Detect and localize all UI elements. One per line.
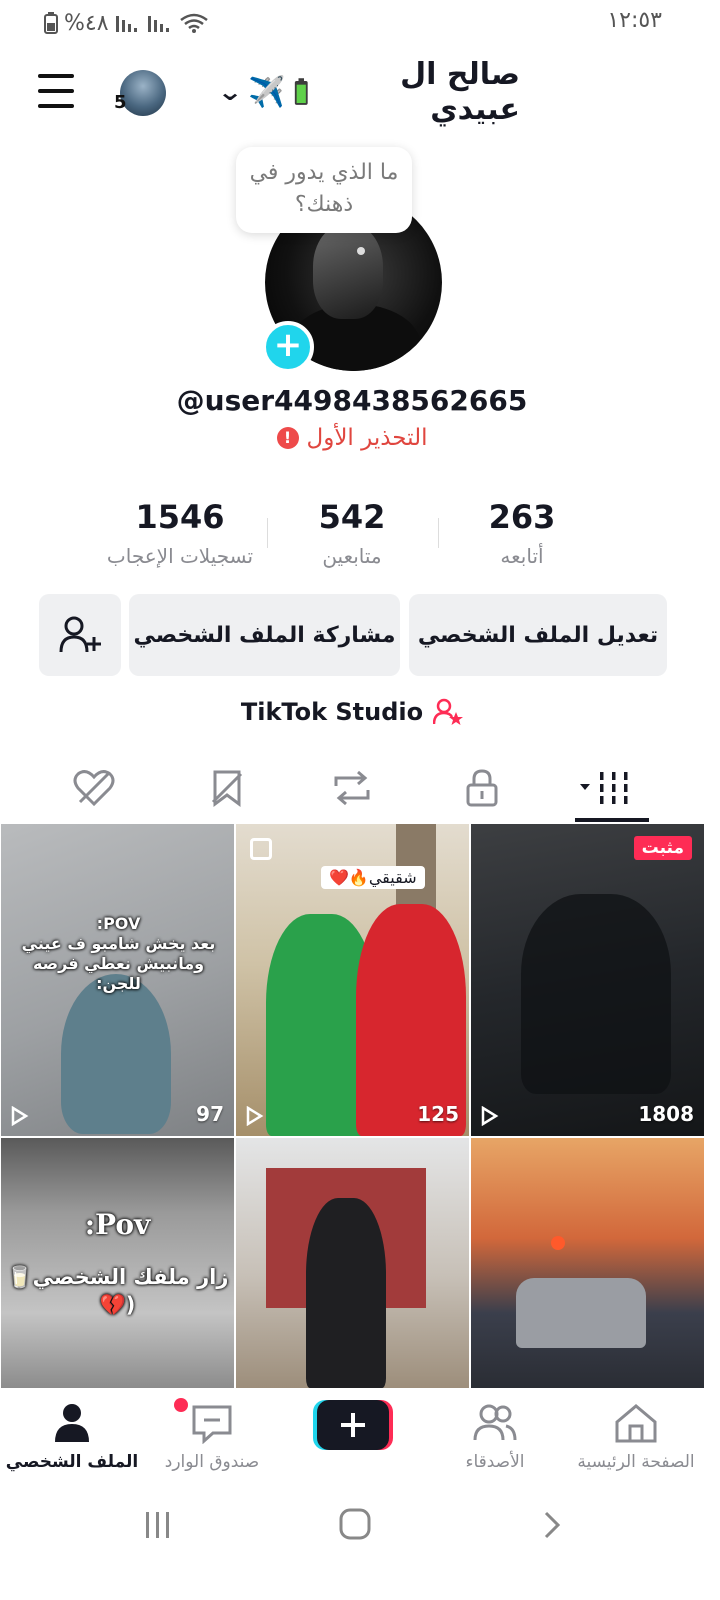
home-button-icon[interactable] [338,1507,372,1541]
thumb-pov: Pov: [84,1208,151,1241]
nav-profile-label: الملف الشخصي [5,1452,139,1472]
video-thumbnail[interactable] [471,1138,704,1388]
thumb-sun [551,1236,565,1250]
warning-text: التحذير الأول [306,425,428,451]
profile-name-switcher[interactable]: ⌄ ✈️ صالح ال عبيدي [216,57,520,127]
view-count: 125 [417,1102,459,1126]
chevron-down-icon: ⌄ [216,78,244,106]
back-icon[interactable] [540,1510,564,1540]
bubble-dot [357,247,365,255]
tab-active-indicator [575,818,649,822]
likes-label: تسجيلات الإعجاب [106,544,254,568]
heart-hidden-icon [73,770,115,807]
battery-icon [44,12,58,34]
thumb-animal [61,974,171,1134]
thumb-sticker: شقيقي🔥❤️ [321,866,425,889]
tab-videos[interactable] [580,764,640,812]
video-thumbnail[interactable]: Pov: زار ملفك الشخصي🥛 (💔 [1,1138,234,1388]
pinned-badge: مثبت [633,836,692,860]
add-friend-button[interactable] [39,594,121,676]
nav-inbox-label: صندوق الوارد [164,1452,260,1472]
home-icon [615,1404,657,1443]
add-user-icon [59,616,101,653]
stat-likes[interactable]: 1546 تسجيلات الإعجاب [80,498,280,568]
inbox-icon [192,1405,232,1445]
signal-icon-2 [147,16,169,32]
tiktok-studio-link[interactable]: TikTok Studio [0,698,704,726]
bookmark-hidden-icon [211,770,243,807]
thumb-car [516,1278,646,1348]
battery-text: %٤٨ [64,10,109,36]
play-icon [11,1106,29,1126]
add-story-button[interactable]: + [262,321,314,373]
nav-home-label: الصفحة الرئيسية [577,1452,695,1472]
avatar-face [313,224,383,319]
profile-name: صالح ال عبيدي [400,57,520,127]
following-label: أتابعه [500,544,544,568]
thumb-caption: POV: بعد يخش شامبو ف عيني ومانبيش نعطي ف… [11,914,226,994]
thumb-caption-text: زار ملفك الشخصي🥛 (💔 [6,1265,229,1317]
thought-bubble[interactable]: ما الذي يدور في ذهنك؟ [236,147,412,233]
username: @user4498438562665 [176,384,528,417]
nav-home[interactable]: الصفحة الرئيسية [566,1402,706,1472]
battery-emoji-icon [295,78,309,105]
multi-photo-icon [250,838,272,860]
airplane-icon: ✈️ [248,74,286,110]
thumb-caption-text: بعد يخش شامبو ف عيني ومانبيش نعطي فرصه ل… [21,934,216,993]
status-time: ١٢:٥٣ [607,8,662,33]
studio-label: TikTok Studio [240,698,424,726]
plus-icon [313,1400,393,1450]
play-icon [481,1106,499,1126]
view-count: 1808 [638,1102,694,1126]
thumb-pov: POV: [96,914,141,933]
bottom-nav: الصفحة الرئيسية الأصدقاء صندوق الوارد ال… [0,1388,704,1492]
status-bar-left: %٤٨ [44,8,209,38]
play-icon [246,1106,264,1126]
nav-profile[interactable]: الملف الشخصي [2,1402,142,1472]
likes-count: 1546 [135,498,225,536]
tab-liked-hidden[interactable] [70,764,118,812]
lock-icon [466,769,498,807]
followers-count: 542 [318,498,386,536]
account-count: 5 [114,92,127,113]
video-thumbnail[interactable] [236,1138,469,1388]
account-avatar[interactable] [120,70,166,116]
signal-icon [115,16,137,32]
nav-inbox[interactable]: صندوق الوارد [142,1398,282,1472]
menu-icon[interactable] [38,74,74,108]
followers-label: متابعين [322,544,382,568]
following-count: 263 [488,498,556,536]
thumb-person [306,1198,386,1388]
tab-favorites-hidden[interactable] [203,764,251,812]
friends-icon [473,1404,517,1441]
repost-icon [334,770,370,806]
video-thumbnail[interactable]: شقيقي🔥❤️ 125 [236,824,469,1136]
stat-followers[interactable]: 542 متابعين [252,498,452,568]
share-profile-button[interactable]: مشاركة الملف الشخصي [129,594,400,676]
tab-private[interactable] [458,764,506,812]
videos-grid-icon [580,772,628,804]
recent-apps-icon[interactable] [140,1510,176,1540]
nav-friends[interactable]: الأصدقاء [425,1402,565,1472]
system-nav [0,1492,704,1600]
creator-icon [433,698,464,725]
tab-reposts[interactable] [328,764,376,812]
view-count: 97 [196,1102,224,1126]
alert-icon: ! [276,427,299,449]
edit-profile-button[interactable]: تعديل الملف الشخصي [409,594,667,676]
create-button[interactable] [313,1400,393,1450]
warning-notice[interactable]: التحذير الأول ! [0,425,704,451]
notification-dot [174,1398,188,1412]
nav-friends-label: الأصدقاء [465,1452,525,1472]
wifi-icon [179,13,208,33]
stat-following[interactable]: 263 أتابعه [422,498,622,568]
profile-icon [55,1404,89,1442]
thumb-figure [521,894,671,1094]
video-thumbnail-pinned[interactable]: مثبت 1808 [471,824,704,1136]
video-thumbnail[interactable]: POV: بعد يخش شامبو ف عيني ومانبيش نعطي ف… [1,824,234,1136]
